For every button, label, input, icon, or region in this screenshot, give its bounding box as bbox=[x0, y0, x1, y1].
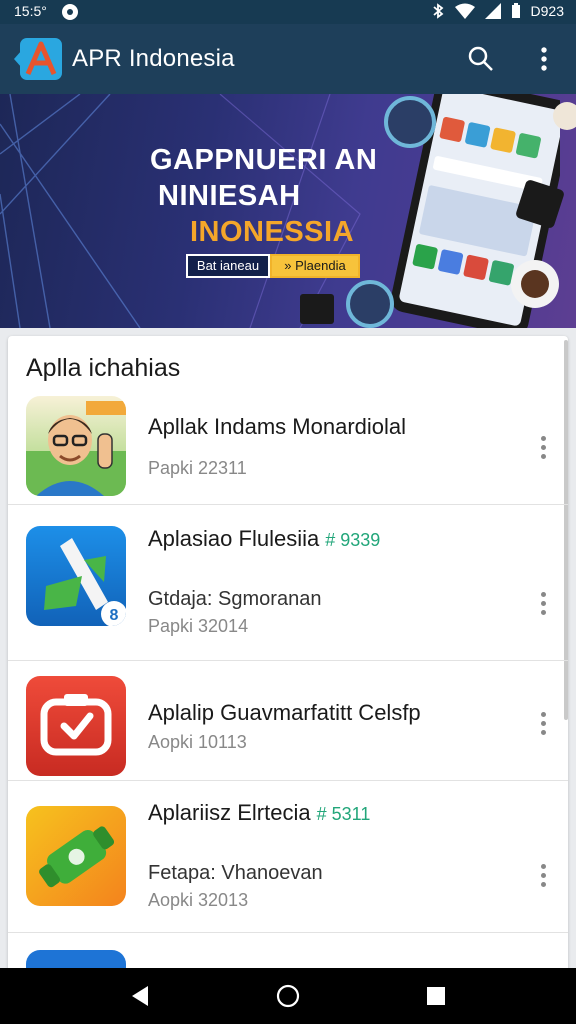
status-time: 15:5° bbox=[14, 3, 47, 19]
banner-buttons: Bat ianeau » Plaendia bbox=[186, 254, 360, 278]
item-more-icon[interactable] bbox=[538, 712, 548, 740]
svg-text:8: 8 bbox=[110, 607, 119, 624]
app-title: APR Indonesia bbox=[72, 45, 235, 72]
signal-icon bbox=[484, 3, 501, 19]
status-icons: D923 bbox=[431, 3, 564, 19]
double-chevron-icon: » bbox=[284, 258, 296, 273]
banner-headline-3: INONESSIA bbox=[190, 216, 355, 248]
status-bar: 15:5° D923 bbox=[0, 0, 576, 24]
item-title: Apllak Indams Monardiolal bbox=[148, 414, 407, 439]
apps-card: Aplla ichahias Apllak Indams Monardiolal… bbox=[8, 336, 568, 980]
red-camera-app-icon bbox=[26, 676, 126, 776]
banner-button-2[interactable]: » Plaendia bbox=[270, 254, 360, 278]
more-vertical-icon[interactable] bbox=[529, 44, 559, 74]
status-clock: D923 bbox=[530, 3, 564, 19]
battery-icon bbox=[511, 3, 520, 18]
item-meta: Papki 32014 bbox=[148, 616, 249, 636]
home-icon[interactable] bbox=[276, 984, 300, 1008]
section-title: Aplla ichahias bbox=[26, 354, 181, 382]
item-more-icon[interactable] bbox=[538, 864, 548, 892]
item-more-icon[interactable] bbox=[538, 592, 548, 620]
item-title: Aplariisz Elrtecia # 5311 bbox=[148, 800, 371, 825]
item-tag: # 5311 bbox=[316, 804, 371, 824]
promo-banner[interactable]: GAPPNUERI AN NINIESAH INONESSIA Bat iane… bbox=[0, 94, 576, 328]
wifi-icon bbox=[454, 3, 475, 19]
item-subtitle: Fetapa: Vhanoevan bbox=[148, 862, 323, 884]
navigation-bar bbox=[0, 968, 576, 1024]
bluetooth-icon bbox=[432, 3, 443, 19]
recents-icon[interactable] bbox=[424, 984, 448, 1008]
list-item[interactable]: Apllak Indams Monardiolal Papki 22311 bbox=[8, 392, 568, 505]
item-meta: Papki 22311 bbox=[148, 458, 247, 478]
avatar-thumbs-up-icon bbox=[26, 396, 126, 496]
app-logo-icon[interactable] bbox=[14, 38, 62, 80]
item-meta: Aopki 10113 bbox=[148, 732, 247, 752]
banner-headline-2: NINIESAH bbox=[158, 180, 301, 212]
item-title: Aplalip Guavmarfatitt Celsfp bbox=[148, 700, 421, 725]
banner-button-2-label: Plaendia bbox=[295, 258, 346, 273]
item-more-icon[interactable] bbox=[538, 436, 548, 464]
app-bar: APR Indonesia bbox=[0, 24, 576, 94]
banner-headline-1: GAPPNUERI AN bbox=[150, 144, 378, 176]
blue-diagonal-app-icon: 8 bbox=[26, 526, 126, 626]
item-meta: Aopki 32013 bbox=[148, 890, 249, 910]
back-icon[interactable] bbox=[128, 984, 152, 1008]
item-tag: # 9339 bbox=[325, 530, 381, 550]
orange-green-app-icon bbox=[26, 806, 126, 906]
list-item[interactable]: Aplariisz Elrtecia # 5311 Fetapa: Vhanoev… bbox=[8, 780, 568, 933]
item-title: Aplasiao Flulesiia # 9339 bbox=[148, 526, 381, 551]
banner-button-1[interactable]: Bat ianeau bbox=[186, 254, 270, 278]
list-item[interactable]: 8 Aplasiao Flulesiia # 9339 Gtdaja: Sgmor… bbox=[8, 504, 568, 661]
notification-icon bbox=[62, 4, 78, 20]
search-icon[interactable] bbox=[466, 44, 496, 74]
list-item[interactable]: Aplalip Guavmarfatitt Celsfp Aopki 10113 bbox=[8, 660, 568, 781]
item-subtitle: Gtdaja: Sgmoranan bbox=[148, 588, 322, 610]
